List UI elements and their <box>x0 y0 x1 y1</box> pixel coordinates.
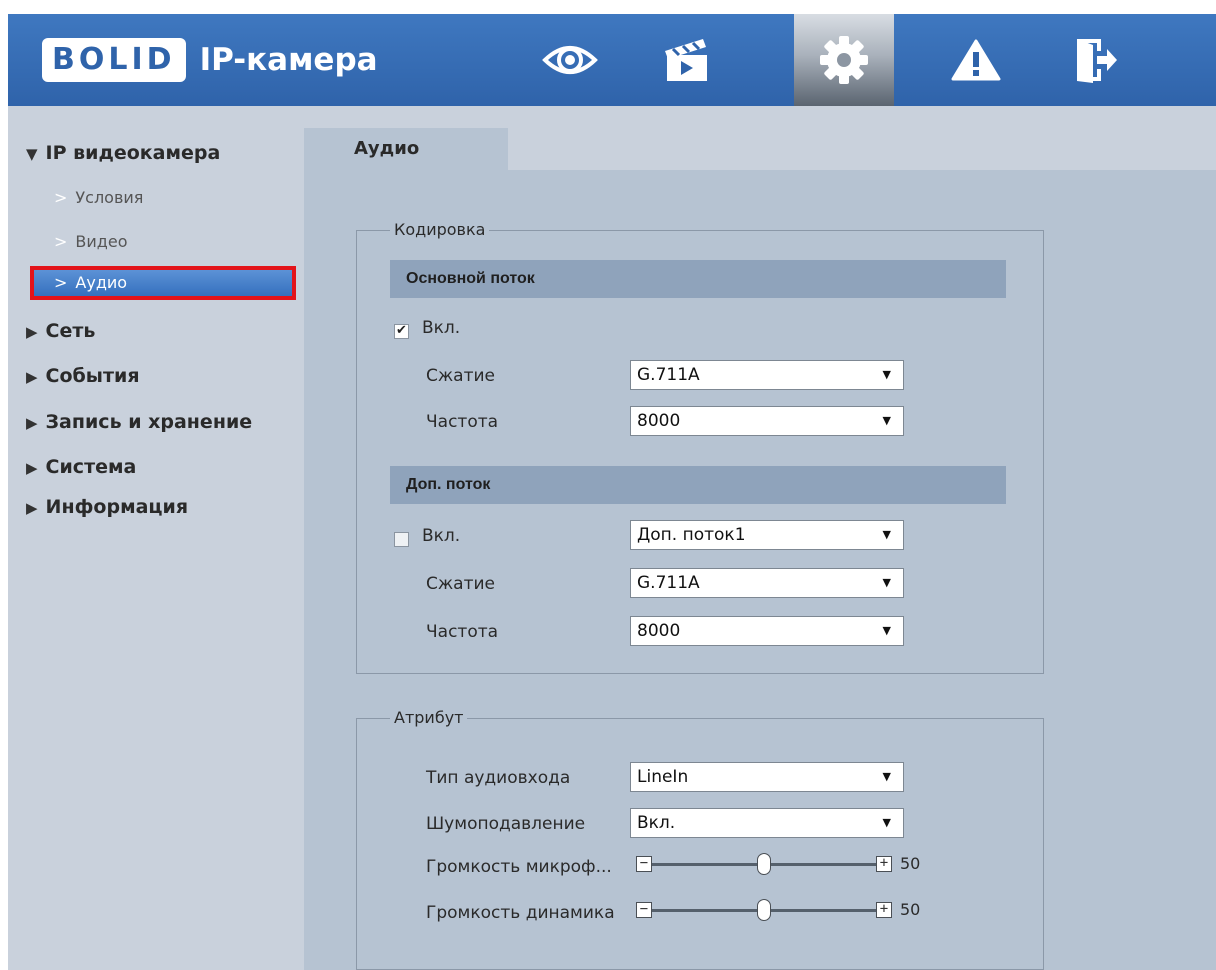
sidebar-section-ip-camera[interactable]: ▼ IP видеокамера <box>26 142 220 164</box>
top-header: BOLID IP-камера <box>8 14 1216 106</box>
mic-volume-slider: − + 50 <box>636 852 936 878</box>
select-value: 8000 <box>637 621 681 641</box>
tab-audio[interactable]: Аудио <box>304 128 508 170</box>
chevron-right-icon: > <box>54 273 68 292</box>
main-stream-header: Основной поток <box>390 260 1006 298</box>
logout-icon <box>1077 39 1117 83</box>
sidebar-section-label: События <box>45 365 140 387</box>
main-stream-enable-checkbox[interactable] <box>394 322 409 339</box>
sidebar-section-label: IP видеокамера <box>45 142 221 164</box>
speaker-volume-plus-button[interactable]: + <box>876 902 892 918</box>
attribute-legend: Атрибут <box>390 708 468 727</box>
chevron-down-icon: ▼ <box>882 414 891 427</box>
logo-mark: BOLID <box>42 38 186 82</box>
main-compression-select[interactable]: G.711A ▼ <box>630 360 904 390</box>
sidebar-section-label: Система <box>45 456 137 478</box>
sidebar-section-information[interactable]: ▶ Информация <box>26 496 188 518</box>
speaker-volume-slider: − + 50 <box>636 898 936 924</box>
attribute-group <box>356 718 1044 970</box>
select-value: G.711A <box>637 365 700 385</box>
speaker-volume-thumb[interactable] <box>757 899 771 921</box>
sub-stream-enable-checkbox[interactable] <box>394 532 409 547</box>
sidebar-section-network[interactable]: ▶ Сеть <box>26 320 95 342</box>
sidebar: ▼ IP видеокамера > Условия > Видео > Аудио ▶… <box>8 106 304 970</box>
audio-input-type-select[interactable]: LineIn ▼ <box>630 762 904 792</box>
collapsed-triangle-icon: ▶ <box>26 323 38 341</box>
gear-icon <box>820 36 868 84</box>
main-frequency-select[interactable]: 8000 ▼ <box>630 406 904 436</box>
nav-settings[interactable] <box>794 14 894 106</box>
sidebar-item-video[interactable]: > Видео <box>54 232 127 251</box>
chevron-down-icon: ▼ <box>882 576 891 589</box>
collapsed-triangle-icon: ▶ <box>26 459 38 477</box>
mic-volume-value: 50 <box>900 854 921 873</box>
collapsed-triangle-icon: ▶ <box>26 368 38 386</box>
sub-frequency-label: Частота <box>426 622 499 642</box>
sub-stream-select[interactable]: Доп. поток1 ▼ <box>630 520 904 550</box>
collapsed-triangle-icon: ▶ <box>26 414 38 432</box>
chevron-down-icon: ▼ <box>882 368 891 381</box>
select-value: LineIn <box>637 767 689 787</box>
chevron-down-icon: ▼ <box>882 528 891 541</box>
collapsed-triangle-icon: ▶ <box>26 499 38 517</box>
chevron-right-icon: > <box>54 232 68 251</box>
sidebar-section-label: Запись и хранение <box>45 411 253 433</box>
sidebar-item-label: Видео <box>75 232 128 251</box>
warning-icon <box>951 39 1001 81</box>
sub-compression-label: Сжатие <box>426 574 496 594</box>
app-title: IP-камера <box>199 42 378 78</box>
sub-stream-header: Доп. поток <box>390 466 1006 504</box>
chevron-down-icon: ▼ <box>882 770 891 783</box>
speaker-volume-value: 50 <box>900 900 921 919</box>
speaker-volume-label: Громкость динамика <box>426 903 615 923</box>
noise-suppression-label: Шумоподавление <box>426 814 586 834</box>
nav-logout[interactable] <box>1046 14 1146 106</box>
expanded-triangle-icon: ▼ <box>26 145 38 163</box>
main-stream-enable-label: Вкл. <box>422 318 461 338</box>
sub-stream-enable-label: Вкл. <box>422 526 461 546</box>
sidebar-section-events[interactable]: ▶ События <box>26 365 140 387</box>
nav-alarm[interactable] <box>926 14 1026 106</box>
nav-live-view[interactable] <box>520 14 620 106</box>
mic-volume-label: Громкость микроф... <box>426 857 612 877</box>
mic-volume-plus-button[interactable]: + <box>876 856 892 872</box>
audio-input-type-label: Тип аудиовхода <box>426 768 571 788</box>
chevron-down-icon: ▼ <box>882 816 891 829</box>
logo: BOLID IP-камера <box>42 36 378 84</box>
main-frequency-label: Частота <box>426 412 499 432</box>
sub-compression-select[interactable]: G.711A ▼ <box>630 568 904 598</box>
mic-volume-thumb[interactable] <box>757 853 771 875</box>
chevron-down-icon: ▼ <box>882 624 891 637</box>
eye-icon <box>542 46 598 74</box>
speaker-volume-minus-button[interactable]: − <box>636 902 652 918</box>
sub-frequency-select[interactable]: 8000 ▼ <box>630 616 904 646</box>
sidebar-item-conditions[interactable]: > Условия <box>54 188 143 207</box>
select-value: Вкл. <box>637 813 676 833</box>
chevron-right-icon: > <box>54 188 68 207</box>
app-window: BOLID IP-камера ▼ IP видеокамера > Услов… <box>8 14 1216 970</box>
sidebar-section-recording[interactable]: ▶ Запись и хранение <box>26 411 252 433</box>
select-value: 8000 <box>637 411 681 431</box>
noise-suppression-select[interactable]: Вкл. ▼ <box>630 808 904 838</box>
mic-volume-minus-button[interactable]: − <box>636 856 652 872</box>
select-value: G.711A <box>637 573 700 593</box>
nav-playback[interactable] <box>636 14 736 106</box>
encoding-legend: Кодировка <box>390 220 490 239</box>
clapperboard-icon <box>665 39 707 81</box>
sidebar-section-label: Сеть <box>45 320 96 342</box>
sidebar-section-label: Информация <box>45 496 189 518</box>
select-value: Доп. поток1 <box>637 525 746 545</box>
sidebar-item-label: Условия <box>75 188 144 207</box>
sidebar-item-label: Аудио <box>75 273 128 292</box>
main-compression-label: Сжатие <box>426 366 496 386</box>
sidebar-section-system[interactable]: ▶ Система <box>26 456 136 478</box>
sidebar-item-audio[interactable]: > Аудио <box>30 266 296 300</box>
